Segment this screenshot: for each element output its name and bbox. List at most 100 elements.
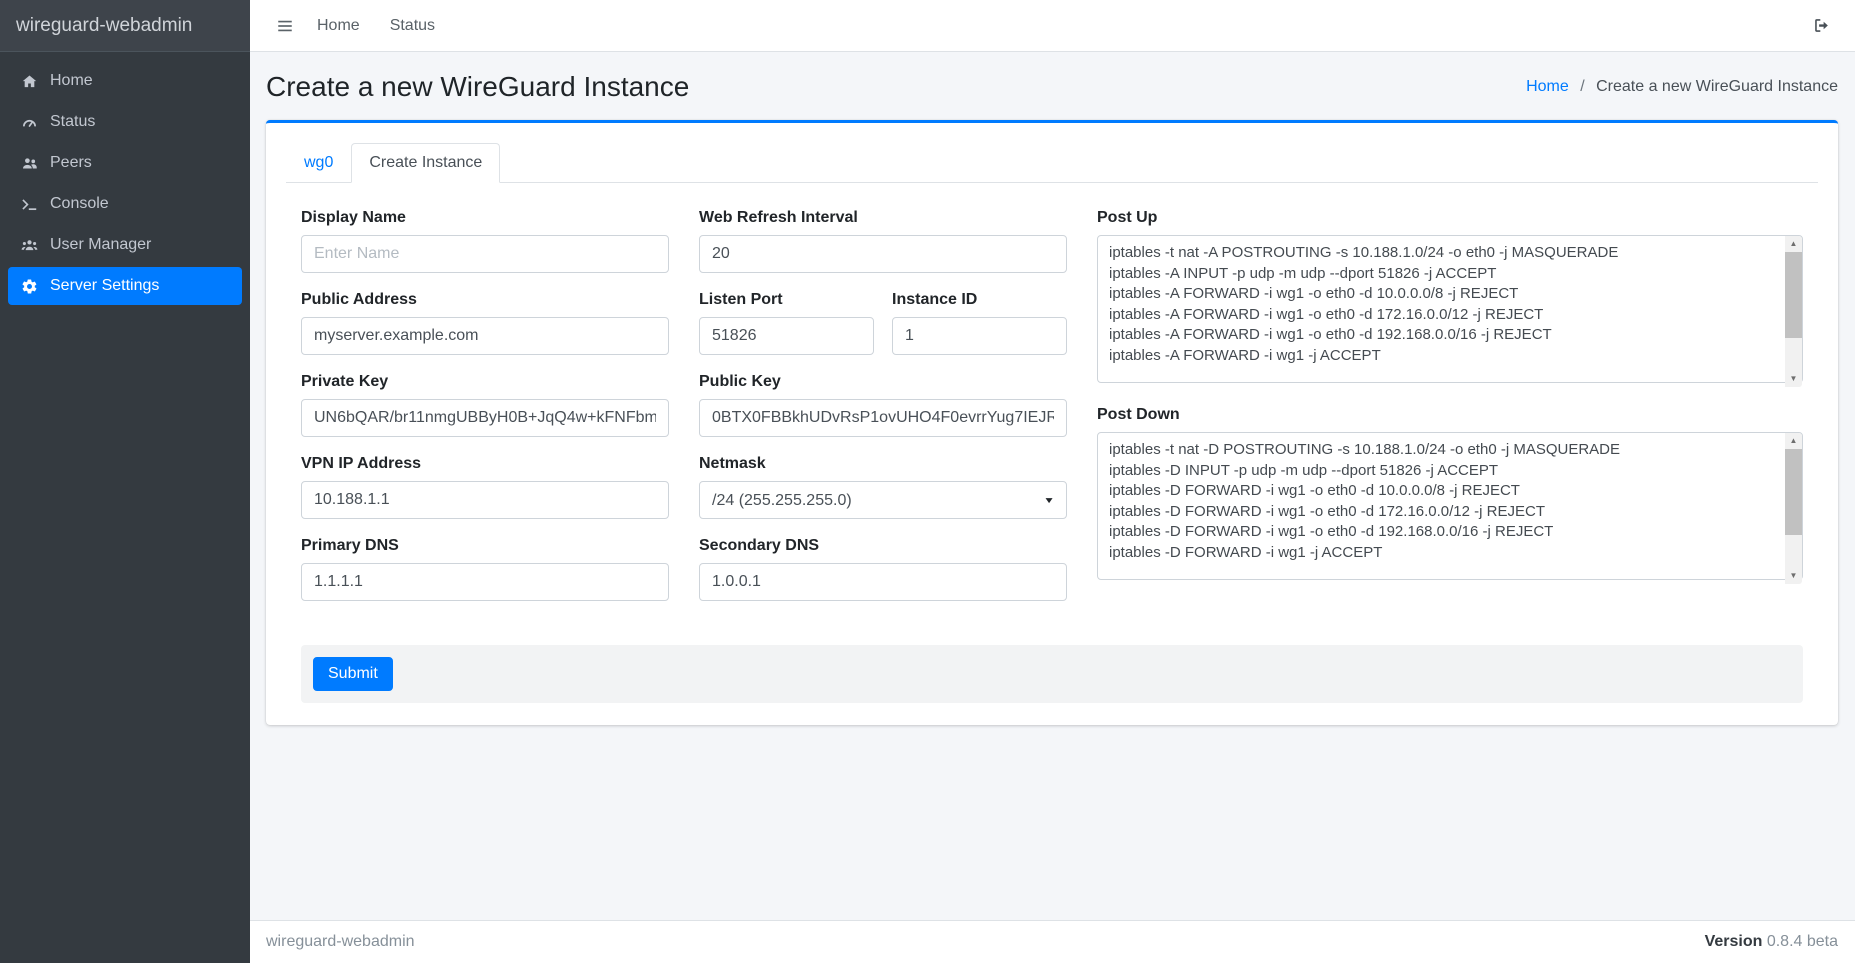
user-group-icon: [18, 237, 40, 254]
footer-version: Version 0.8.4 beta: [1705, 933, 1838, 951]
post-down-scrollbar[interactable]: ▲ ▼: [1785, 433, 1802, 584]
vpn-ip-field[interactable]: [301, 481, 669, 519]
logout-icon[interactable]: [1806, 10, 1837, 41]
primary-dns-field[interactable]: [301, 563, 669, 601]
menu-icon[interactable]: [268, 11, 302, 41]
public-address-label: Public Address: [301, 291, 669, 309]
instance-id-group: Instance ID: [892, 291, 1067, 355]
tab-content: Display Name Public Address Private Key: [286, 183, 1818, 703]
vpn-ip-group: VPN IP Address: [301, 455, 669, 519]
topnav-link-status[interactable]: Status: [375, 11, 450, 41]
private-key-field[interactable]: [301, 399, 669, 437]
top-navbar: Home Status: [250, 0, 1855, 52]
page-title: Create a new WireGuard Instance: [266, 70, 689, 104]
scroll-up-icon[interactable]: ▲: [1785, 236, 1802, 252]
sidebar-item-label: Status: [50, 113, 95, 131]
secondary-dns-group: Secondary DNS: [699, 537, 1067, 601]
sidebar: wireguard-webadmin Home Status Peers: [0, 0, 250, 963]
sidebar-item-home[interactable]: Home: [8, 62, 242, 100]
scroll-down-icon[interactable]: ▼: [1785, 371, 1802, 387]
public-key-label: Public Key: [699, 373, 1067, 391]
netmask-select[interactable]: /24 (255.255.255.0): [699, 481, 1067, 519]
listen-port-label: Listen Port: [699, 291, 874, 309]
sidebar-item-console[interactable]: Console: [8, 185, 242, 223]
brand[interactable]: wireguard-webadmin: [0, 0, 250, 52]
post-down-group: Post Down iptables -t nat -D POSTROUTING…: [1097, 406, 1803, 585]
post-up-group: Post Up iptables -t nat -A POSTROUTING -…: [1097, 209, 1803, 388]
app-root: wireguard-webadmin Home Status Peers: [0, 0, 1855, 963]
submit-button[interactable]: Submit: [313, 657, 393, 691]
instance-id-label: Instance ID: [892, 291, 1067, 309]
peers-icon: [18, 155, 40, 172]
card-body: wg0 Create Instance Display Name: [266, 123, 1838, 725]
content-wrapper: Create a new WireGuard Instance Home / C…: [250, 52, 1855, 920]
secondary-dns-field[interactable]: [699, 563, 1067, 601]
breadcrumb-separator: /: [1580, 78, 1584, 95]
instance-card: wg0 Create Instance Display Name: [266, 120, 1838, 725]
scroll-thumb[interactable]: [1785, 252, 1802, 338]
content-header: Create a new WireGuard Instance Home / C…: [250, 52, 1855, 104]
sidebar-item-user-manager[interactable]: User Manager: [8, 226, 242, 264]
web-refresh-field[interactable]: [699, 235, 1067, 273]
netmask-label: Netmask: [699, 455, 1067, 473]
main-column: Home Status Create a new WireGuard Insta…: [250, 0, 1855, 963]
breadcrumb: Home / Create a new WireGuard Instance: [1526, 78, 1838, 96]
primary-dns-label: Primary DNS: [301, 537, 669, 555]
breadcrumb-current: Create a new WireGuard Instance: [1596, 78, 1838, 95]
listen-port-group: Listen Port: [699, 291, 874, 355]
page-footer: wireguard-webadmin Version 0.8.4 beta: [250, 920, 1855, 963]
scroll-thumb[interactable]: [1785, 449, 1802, 535]
private-key-group: Private Key: [301, 373, 669, 437]
topnav-link-home[interactable]: Home: [302, 11, 375, 41]
display-name-group: Display Name: [301, 209, 669, 273]
public-address-field[interactable]: [301, 317, 669, 355]
post-up-wrap: iptables -t nat -A POSTROUTING -s 10.188…: [1097, 235, 1803, 388]
sidebar-nav: Home Status Peers Console: [0, 52, 250, 318]
scroll-track[interactable]: [1785, 449, 1802, 568]
post-up-field[interactable]: iptables -t nat -A POSTROUTING -s 10.188…: [1097, 235, 1803, 383]
tab-wg0[interactable]: wg0: [286, 143, 351, 183]
sidebar-item-label: Peers: [50, 154, 92, 172]
post-down-field[interactable]: iptables -t nat -D POSTROUTING -s 10.188…: [1097, 432, 1803, 580]
web-refresh-group: Web Refresh Interval: [699, 209, 1067, 273]
scroll-track[interactable]: [1785, 252, 1802, 371]
form-col-3: Post Up iptables -t nat -A POSTROUTING -…: [1097, 209, 1803, 603]
form-col-2: Web Refresh Interval Listen Port: [699, 209, 1067, 619]
version-value: 0.8.4 beta: [1767, 933, 1838, 950]
post-up-scrollbar[interactable]: ▲ ▼: [1785, 236, 1802, 387]
sidebar-item-label: Console: [50, 195, 109, 213]
footer-brand: wireguard-webadmin: [266, 933, 415, 951]
netmask-group: Netmask /24 (255.255.255.0) ▼: [699, 455, 1067, 519]
version-label: Version: [1705, 933, 1763, 950]
sidebar-item-label: Home: [50, 72, 93, 90]
sidebar-item-status[interactable]: Status: [8, 103, 242, 141]
sidebar-item-server-settings[interactable]: Server Settings: [8, 267, 242, 305]
post-down-label: Post Down: [1097, 406, 1803, 424]
display-name-label: Display Name: [301, 209, 669, 227]
instance-form: Display Name Public Address Private Key: [301, 209, 1803, 619]
gauge-icon: [18, 114, 40, 131]
terminal-icon: [18, 196, 40, 213]
listen-port-field[interactable]: [699, 317, 874, 355]
sidebar-item-peers[interactable]: Peers: [8, 144, 242, 182]
primary-dns-group: Primary DNS: [301, 537, 669, 601]
netmask-select-wrap: /24 (255.255.255.0) ▼: [699, 481, 1067, 519]
tab-create-instance[interactable]: Create Instance: [351, 143, 500, 183]
display-name-field[interactable]: [301, 235, 669, 273]
secondary-dns-label: Secondary DNS: [699, 537, 1067, 555]
web-refresh-label: Web Refresh Interval: [699, 209, 1067, 227]
breadcrumb-home-link[interactable]: Home: [1526, 78, 1569, 95]
post-down-wrap: iptables -t nat -D POSTROUTING -s 10.188…: [1097, 432, 1803, 585]
submit-bar: Submit: [301, 645, 1803, 703]
scroll-down-icon[interactable]: ▼: [1785, 568, 1802, 584]
instance-id-field[interactable]: [892, 317, 1067, 355]
vpn-ip-label: VPN IP Address: [301, 455, 669, 473]
sidebar-item-label: Server Settings: [50, 277, 159, 295]
post-up-label: Post Up: [1097, 209, 1803, 227]
public-key-group: Public Key: [699, 373, 1067, 437]
sidebar-item-label: User Manager: [50, 236, 151, 254]
form-col-1: Display Name Public Address Private Key: [301, 209, 669, 619]
public-key-field[interactable]: [699, 399, 1067, 437]
port-id-row: Listen Port Instance ID: [699, 291, 1067, 373]
scroll-up-icon[interactable]: ▲: [1785, 433, 1802, 449]
